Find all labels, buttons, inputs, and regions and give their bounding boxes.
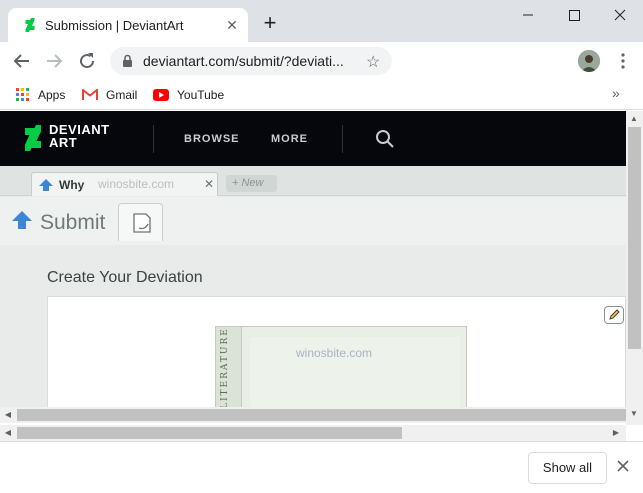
minimize-icon: [523, 14, 533, 16]
scroll-right-icon[interactable]: ▶: [611, 428, 621, 438]
deviantart-favicon-icon: [25, 18, 35, 32]
youtube-icon: [153, 89, 169, 101]
url-text: deviantart.com/submit/?deviati...: [143, 53, 344, 69]
scroll-up-icon[interactable]: ▲: [629, 114, 639, 124]
menu-kebab-icon[interactable]: [613, 51, 633, 71]
bookmark-youtube[interactable]: YouTube: [153, 86, 224, 104]
tab-title: Submission | DeviantArt: [45, 18, 184, 33]
deviantart-logo-icon[interactable]: [22, 125, 44, 151]
logo-line-2: ART: [49, 135, 78, 150]
watermark-text: winosbite.com: [98, 177, 175, 191]
browser-toolbar: deviantart.com/submit/?deviati... ☆: [0, 42, 643, 80]
literature-preview-card[interactable]: LITERATURE winosbite.com: [215, 326, 467, 407]
profile-avatar[interactable]: [578, 50, 600, 72]
site-logo-text[interactable]: DEVIANT ART: [49, 123, 110, 149]
bookmark-label: YouTube: [177, 88, 225, 102]
section-title: Create Your Deviation: [47, 269, 203, 286]
bookmark-gmail[interactable]: Gmail: [82, 86, 137, 104]
submission-tab-label: Why: [59, 178, 85, 192]
document-icon: [133, 213, 151, 233]
new-submission-button[interactable]: + New: [226, 175, 277, 192]
reload-icon[interactable]: [75, 49, 99, 73]
minimize-button[interactable]: [505, 0, 551, 30]
address-bar[interactable]: deviantart.com/submit/?deviati... ☆: [110, 47, 392, 75]
vertical-scrollbar[interactable]: ▲ ▼: [626, 111, 643, 425]
lock-icon: [123, 54, 132, 67]
nav-more[interactable]: MORE: [271, 133, 308, 145]
bookmark-apps[interactable]: Apps: [16, 86, 65, 104]
site-header: DEVIANT ART BROWSE MORE: [0, 111, 626, 166]
inner-horizontal-scrollbar[interactable]: ◀: [0, 407, 626, 423]
watermark-text: winosbite.com: [296, 346, 373, 360]
browser-window: Submission | DeviantArt ✕ + deviantart.c…: [0, 0, 643, 493]
maximize-icon: [569, 10, 580, 21]
submit-arrow-icon: [12, 211, 32, 229]
card-spine-label: LITERATURE: [220, 327, 230, 407]
nav-browse[interactable]: BROWSE: [184, 133, 240, 145]
show-all-button[interactable]: Show all: [528, 452, 607, 484]
apps-grid-icon: [16, 88, 29, 101]
bookmarks-bar: Apps Gmail YouTube »: [0, 80, 643, 110]
bookmark-label: Gmail: [106, 88, 138, 102]
submission-tab[interactable]: Why winosbite.com ✕: [31, 172, 218, 196]
tab-close-icon[interactable]: ✕: [204, 177, 214, 191]
inner-horizontal-scroll-thumb[interactable]: [17, 409, 626, 421]
back-icon[interactable]: [10, 49, 34, 73]
header-divider: [342, 125, 343, 153]
document-type-tab[interactable]: [118, 203, 163, 241]
scroll-left-icon[interactable]: ◀: [3, 428, 13, 438]
close-icon: [614, 9, 626, 21]
vertical-scroll-thumb[interactable]: [628, 127, 641, 349]
avatar-icon: [578, 50, 600, 72]
tab-strip: Submission | DeviantArt ✕ +: [0, 0, 643, 42]
bookmark-label: Apps: [38, 88, 66, 102]
card-spine: LITERATURE: [216, 327, 242, 407]
bookmark-star-icon[interactable]: ☆: [366, 52, 380, 72]
submit-header: Submit: [0, 197, 626, 245]
forward-icon[interactable]: [42, 49, 66, 73]
gmail-icon: [82, 89, 98, 101]
maximize-button[interactable]: [551, 0, 597, 30]
close-window-button[interactable]: [597, 0, 643, 30]
upload-arrow-icon: [39, 179, 53, 191]
bookmarks-overflow-icon[interactable]: »: [612, 85, 620, 101]
browser-tab-active[interactable]: Submission | DeviantArt ✕: [8, 8, 248, 42]
new-tab-button[interactable]: +: [258, 12, 282, 36]
deviation-editor[interactable]: LITERATURE winosbite.com: [47, 296, 626, 407]
download-shelf: Show all: [0, 441, 643, 493]
search-icon[interactable]: [375, 129, 395, 149]
header-divider: [153, 125, 154, 153]
submission-tab-bar: Why winosbite.com ✕ + New: [0, 166, 626, 196]
edit-button[interactable]: [604, 306, 624, 324]
scroll-left-icon[interactable]: ◀: [3, 410, 13, 420]
page-viewport: DEVIANT ART BROWSE MORE Why winosbite.co…: [0, 111, 626, 407]
horizontal-scroll-thumb[interactable]: [17, 427, 402, 439]
card-body: winosbite.com: [250, 337, 460, 407]
scroll-down-icon[interactable]: ▼: [629, 409, 639, 419]
page-title: Submit: [40, 211, 106, 234]
close-icon[interactable]: [616, 459, 630, 473]
horizontal-scrollbar[interactable]: ◀ ▶: [0, 425, 626, 441]
tab-close-icon[interactable]: ✕: [224, 17, 240, 33]
pencil-icon: [609, 309, 620, 320]
